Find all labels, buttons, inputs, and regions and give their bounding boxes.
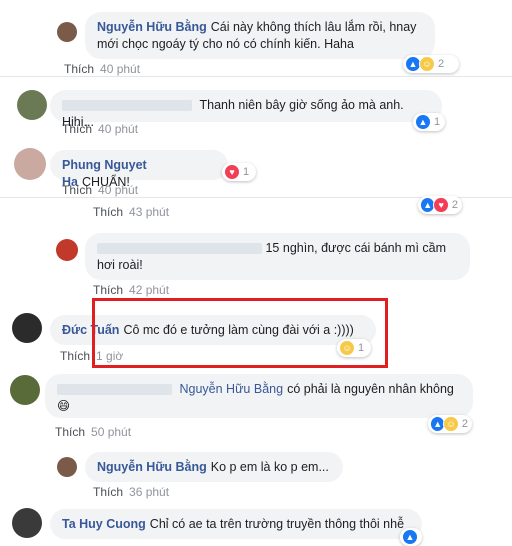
author-name-blurred xyxy=(57,384,172,396)
timestamp[interactable]: 42 phút xyxy=(129,283,169,297)
author-name-blurred xyxy=(97,243,262,255)
comment-text: Chỉ có ae ta trên trường truyền thông th… xyxy=(149,517,405,531)
timestamp[interactable]: 36 phút xyxy=(129,485,169,499)
comment-meta: Thích 40 phút xyxy=(64,62,140,76)
avatar[interactable] xyxy=(10,375,40,405)
like-link[interactable]: Thích xyxy=(62,122,92,136)
haha-icon: ☺ xyxy=(443,416,459,432)
reaction-count[interactable]: ▲ ☺ 2 xyxy=(403,55,459,73)
comment-bubble: Nguyễn Hữu Bằng có phải là nguyên nhân kh… xyxy=(45,374,473,418)
comment-bubble: Nguyễn Hữu Bằng Cái này không thích lâu l… xyxy=(85,12,435,59)
avatar[interactable] xyxy=(57,457,77,477)
comment-meta: Thích 40 phút xyxy=(62,122,138,136)
like-link[interactable]: Thích xyxy=(64,62,94,76)
timestamp[interactable]: 43 phút xyxy=(129,205,169,219)
comment-author[interactable]: Nguyễn Hữu Bằng xyxy=(97,460,207,474)
timestamp[interactable]: 40 phút xyxy=(100,62,140,76)
like-icon: ▲ xyxy=(402,529,418,545)
like-link[interactable]: Thích xyxy=(55,425,85,439)
avatar[interactable] xyxy=(57,22,77,42)
haha-icon: ☺ xyxy=(419,56,435,72)
comment-meta: Thích 36 phút xyxy=(93,485,169,499)
highlight-box xyxy=(92,298,388,368)
heart-icon: ♥ xyxy=(433,197,449,213)
comment-text: có phải là nguyên nhân không xyxy=(287,382,454,396)
like-link[interactable]: Thích xyxy=(93,205,123,219)
comment-bubble: 15 nghìn, được cái bánh mì cầm hơi roài! xyxy=(85,233,470,280)
mention-link[interactable]: Nguyễn Hữu Bằng xyxy=(179,382,283,396)
like-link[interactable]: Thích xyxy=(93,283,123,297)
reaction-count[interactable]: ▲ ☺ 2 xyxy=(428,415,472,433)
like-link[interactable]: Thích xyxy=(93,485,123,499)
reaction-count[interactable]: ▲ ♥ 2 xyxy=(418,196,462,214)
avatar[interactable] xyxy=(56,239,78,261)
comment-bubble: Thanh niên bây giờ sống ảo mà anh. Hihi.… xyxy=(50,90,442,129)
divider xyxy=(0,76,512,77)
like-icon: ▲ xyxy=(415,114,431,130)
reaction-count[interactable]: ♥ 1 xyxy=(222,163,256,181)
avatar[interactable] xyxy=(17,90,47,120)
like-link[interactable]: Thích xyxy=(62,183,92,197)
comment-meta: Thích 40 phút xyxy=(62,183,138,197)
timestamp[interactable]: 40 phút xyxy=(98,183,138,197)
comment-meta: Thích 43 phút xyxy=(93,205,169,219)
heart-icon: ♥ xyxy=(224,164,240,180)
avatar[interactable] xyxy=(12,313,42,343)
emoji: 😄 xyxy=(57,399,71,413)
timestamp[interactable]: 50 phút xyxy=(91,425,131,439)
reaction-count[interactable]: ▲ 1 xyxy=(413,113,445,131)
comment-meta: Thích 50 phút xyxy=(55,425,131,439)
reaction-count[interactable]: ▲ xyxy=(400,528,422,546)
comment-author[interactable]: Nguyễn Hữu Bằng xyxy=(97,20,207,34)
comment-bubble: Ta Huy Cuong Chỉ có ae ta trên trường tru… xyxy=(50,509,422,539)
like-link[interactable]: Thích xyxy=(60,349,90,363)
comment-bubble: Phung Nguyet Ha CHUẨN! xyxy=(50,150,228,189)
timestamp[interactable]: 40 phút xyxy=(98,122,138,136)
comment-meta: Thích 42 phút xyxy=(93,283,169,297)
avatar[interactable] xyxy=(12,508,42,538)
comment-author[interactable]: Ta Huy Cuong xyxy=(62,517,146,531)
comment-text: Ko p em là ko p em... xyxy=(210,460,329,474)
avatar[interactable] xyxy=(14,148,46,180)
author-name-blurred xyxy=(62,100,192,112)
comment-bubble: Nguyễn Hữu Bằng Ko p em là ko p em... xyxy=(85,452,343,482)
